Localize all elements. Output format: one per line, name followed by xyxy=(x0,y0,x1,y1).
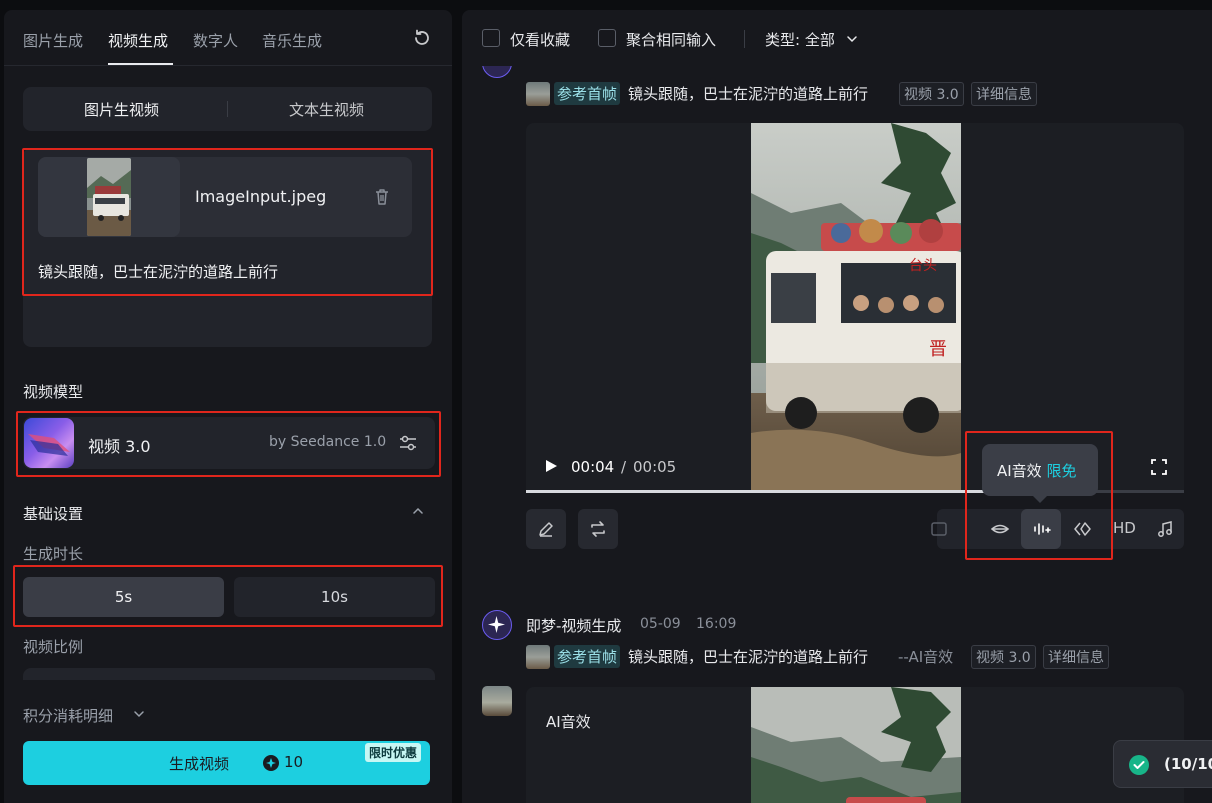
generate-label: 生成视频 xyxy=(169,755,230,773)
highlight-box-duration xyxy=(13,565,443,627)
highlight-box-prompt xyxy=(22,148,433,296)
pencil-icon xyxy=(539,522,553,537)
ai-sound-label: AI音效 xyxy=(546,713,591,731)
detail-info-tag[interactable]: 详细信息 xyxy=(1043,645,1109,669)
edit-button[interactable] xyxy=(526,509,566,549)
item2-suffix: --AI音效 xyxy=(898,648,954,666)
user-avatar xyxy=(482,686,512,716)
text-to-video-tab[interactable]: 文本生视频 xyxy=(289,99,364,120)
item1-meta: 参考首帧 镜头跟随，巴士在泥泞的道路上前行 视频 3.0 详细信息 xyxy=(526,81,1184,107)
mode-segmented-control: 图片生视频 文本生视频 xyxy=(23,87,432,131)
item2-title: 即梦-视频生成 xyxy=(526,617,622,635)
reference-frame-label: 参考首帧 xyxy=(554,82,621,105)
ratio-label: 视频比例 xyxy=(23,638,84,656)
highlight-box-ai-sound xyxy=(965,431,1113,560)
generate-cost: 10 xyxy=(284,753,304,771)
video-frame xyxy=(751,687,961,803)
chevron-down-icon[interactable] xyxy=(845,32,859,46)
time-separator: / xyxy=(621,458,627,476)
promo-badge: 限时优惠 xyxy=(365,743,422,762)
model-section-title: 视频模型 xyxy=(23,383,84,401)
chevron-up-icon[interactable] xyxy=(411,504,425,518)
video-frame: 台头 晋 xyxy=(751,123,961,493)
item2-meta: 参考首帧 镜头跟随，巴士在泥泞的道路上前行 --AI音效 视频 3.0 详细信息 xyxy=(526,644,1184,670)
item2-time: 16:09 xyxy=(696,616,737,632)
current-time: 00:04 xyxy=(571,458,615,476)
hd-button[interactable]: HD xyxy=(1113,519,1136,537)
item2-date: 05-09 xyxy=(640,616,681,632)
tab-video-gen[interactable]: 视频生成 xyxy=(108,30,168,51)
active-tab-indicator xyxy=(108,63,173,65)
credit-icon xyxy=(263,755,279,771)
model-tag: 视频 3.0 xyxy=(899,82,964,106)
music-note-icon[interactable] xyxy=(1155,519,1175,539)
detail-info-tag[interactable]: 详细信息 xyxy=(971,82,1037,106)
avatar-star-icon xyxy=(482,610,512,640)
filter-divider xyxy=(744,30,745,48)
filter-bar: 仅看收藏 聚合相同输入 类型: 全部 xyxy=(462,10,1212,66)
play-icon[interactable] xyxy=(544,459,558,473)
repeat-icon xyxy=(591,521,605,537)
ratio-options[interactable] xyxy=(23,668,435,680)
toast-text: (10/10 xyxy=(1164,755,1212,773)
segment-divider xyxy=(227,101,228,117)
duration-label: 生成时长 xyxy=(23,545,84,563)
item2-prompt[interactable]: 镜头跟随，巴士在泥泞的道路上前行 xyxy=(628,646,868,667)
merge-label[interactable]: 聚合相同输入 xyxy=(626,29,716,50)
item1-prompt[interactable]: 镜头跟随，巴士在泥泞的道路上前行 xyxy=(628,83,868,104)
tab-music-gen[interactable]: 音乐生成 xyxy=(262,30,322,51)
ai-sound-result-card[interactable]: AI音效 xyxy=(526,687,1184,803)
basic-settings-title: 基础设置 xyxy=(23,505,84,523)
tab-image-gen[interactable]: 图片生成 xyxy=(23,30,83,51)
regenerate-button[interactable] xyxy=(578,509,618,549)
check-icon xyxy=(1129,755,1149,775)
right-panel: 仅看收藏 聚合相同输入 类型: 全部 参考首帧 镜头跟随，巴士在泥泞的道路上前行… xyxy=(462,10,1212,803)
tab-digital-human[interactable]: 数字人 xyxy=(193,30,238,51)
reference-frame-label: 参考首帧 xyxy=(554,645,621,668)
merge-checkbox[interactable] xyxy=(598,29,616,47)
reference-thumbnail[interactable] xyxy=(526,645,550,669)
left-panel: 图片生成 视频生成 数字人 音乐生成 图片生视频 文本生视频 ImageInpu… xyxy=(4,10,452,803)
cost-detail-toggle[interactable]: 积分消耗明细 xyxy=(23,705,113,726)
chevron-down-icon[interactable] xyxy=(132,707,146,721)
generation-tabs: 图片生成 视频生成 数字人 音乐生成 xyxy=(4,10,452,66)
model-tag: 视频 3.0 xyxy=(971,645,1036,669)
frame-icon[interactable] xyxy=(929,519,949,539)
highlight-box-model xyxy=(16,411,441,477)
toast-notification: (10/10 xyxy=(1113,740,1212,788)
total-time: 00:05 xyxy=(633,458,677,476)
type-select[interactable]: 类型: 全部 xyxy=(765,29,835,50)
favorites-label[interactable]: 仅看收藏 xyxy=(510,29,570,50)
bus-sign-text: 台头 xyxy=(909,258,937,274)
bus-side-text: 晋 xyxy=(929,339,947,360)
favorites-checkbox[interactable] xyxy=(482,29,500,47)
fullscreen-icon[interactable] xyxy=(1150,458,1168,476)
reference-thumbnail[interactable] xyxy=(526,82,550,106)
generate-video-button[interactable]: 生成视频 10 限时优惠 xyxy=(23,741,430,785)
refresh-icon[interactable] xyxy=(412,28,432,48)
image-to-video-tab[interactable]: 图片生视频 xyxy=(84,99,159,120)
